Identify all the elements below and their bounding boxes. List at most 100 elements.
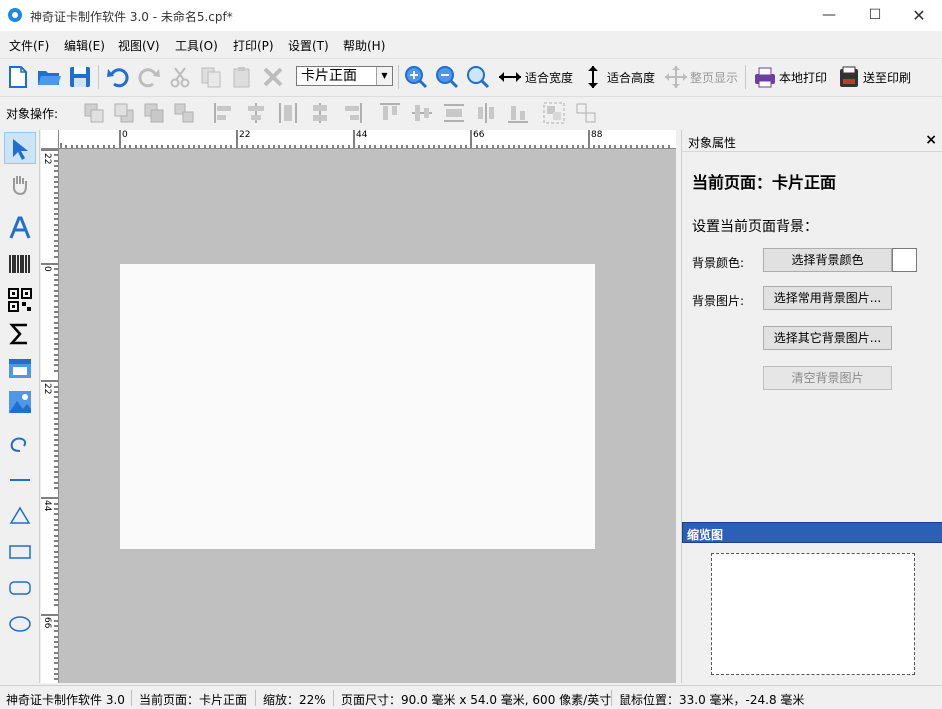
align-vcenter-icon[interactable] [410,101,434,125]
forward-icon[interactable] [142,101,166,125]
barcode-tool[interactable] [4,248,36,280]
select-bg-color-button[interactable]: 选择背景颜色 [763,248,892,272]
zoom-in-icon[interactable] [403,64,429,90]
thumbnail-header: 缩览图 [682,522,942,543]
send-back-icon[interactable] [112,101,136,125]
design-canvas[interactable] [59,149,676,683]
menu-settings[interactable]: 设置(T) [288,37,329,54]
qrcode-icon [8,288,32,312]
triangle-tool[interactable] [4,500,36,532]
pan-tool[interactable] [4,168,36,200]
thumbnail-panel: 缩览图 [681,520,942,683]
select-common-bg-button[interactable]: 选择常用背景图片... [763,286,892,310]
fit-width-button[interactable]: 适合宽度 [525,69,573,86]
barcode-icon [9,255,30,273]
same-width-icon[interactable] [442,101,466,125]
printer-icon[interactable] [752,64,778,90]
curve-tool[interactable] [4,428,36,460]
app-logo-icon [8,8,22,22]
h-ruler-ticks [60,130,670,148]
fit-height-button[interactable]: 适合高度 [607,69,655,86]
main-toolbar: 卡片正面 ▼ 适合宽度 适合高度 整页显示 本地打印 送至印刷 [0,58,942,94]
align-center-icon[interactable] [244,101,268,125]
ungroup-icon[interactable] [574,101,598,125]
align-right-icon[interactable] [340,101,364,125]
thumbnail-preview[interactable] [711,553,915,675]
align-left-icon[interactable] [212,101,236,125]
rectangle-icon [9,545,31,559]
pointer-icon [13,139,28,160]
h-ruler-label: 88 [591,130,603,140]
tool-palette [0,130,40,683]
maximize-button[interactable]: ☐ [852,0,898,31]
page-select-value: 卡片正面 [301,68,357,84]
image-tool[interactable] [4,386,36,418]
status-bar: 神奇证卡制作软件 3.0 当前页面：卡片正面 缩放：22% 页面尺寸：90.0 … [0,685,942,709]
clear-bg-button[interactable]: 清空背景图片 [763,366,892,390]
undo-icon[interactable] [105,64,131,90]
zoom-out-icon[interactable] [434,64,460,90]
rounded-rect-icon [9,581,31,595]
send-print-icon[interactable] [836,64,862,90]
cut-icon[interactable] [167,64,193,90]
object-ops-toolbar: 对象操作: [0,96,942,127]
select-tool[interactable] [4,132,36,164]
menu-edit[interactable]: 编辑(E) [64,37,105,54]
open-folder-icon[interactable] [36,64,62,90]
image-icon [9,391,31,413]
date-tool[interactable] [4,352,36,384]
line-tool[interactable] [4,464,36,496]
qrcode-tool[interactable] [4,284,36,316]
fit-height-icon[interactable] [580,64,606,90]
redo-icon[interactable] [136,64,162,90]
whole-page-icon[interactable] [663,64,689,90]
close-panel-button[interactable]: × [925,132,937,148]
object-ops-label: 对象操作: [6,107,59,121]
set-background-label: 设置当前页面背景： [692,219,818,235]
bg-color-label: 背景颜色: [692,256,745,270]
backward-icon[interactable] [172,101,196,125]
group-icon[interactable] [542,101,566,125]
card-page[interactable] [120,264,595,549]
align-middle-icon[interactable] [308,101,332,125]
v-ruler-label: 22 [42,383,52,395]
menu-print[interactable]: 打印(P) [233,37,274,54]
chevron-down-icon[interactable]: ▼ [376,67,392,85]
vertical-ruler: 22 0 22 44 66 [41,149,59,683]
menu-file[interactable]: 文件(F) [9,37,49,54]
h-ruler-label: 0 [122,130,128,140]
v-ruler-label: 22 [42,153,52,165]
menu-help[interactable]: 帮助(H) [343,37,385,54]
fit-width-icon[interactable] [497,64,523,90]
align-top-icon[interactable] [378,101,402,125]
menu-view[interactable]: 视图(V) [118,37,160,54]
title-bar: 神奇证卡制作软件 3.0 - 未命名5.cpf* — ☐ ✕ [0,0,942,31]
send-print-button[interactable]: 送至印刷 [863,69,911,86]
minimize-button[interactable]: — [806,0,852,31]
whole-page-button[interactable]: 整页显示 [690,69,738,86]
status-mouse-position: 鼠标位置：33.0 毫米，-24.8 毫米 [619,693,805,707]
delete-icon[interactable] [260,64,286,90]
zoom-actual-icon[interactable] [465,64,491,90]
rectangle-tool[interactable] [4,536,36,568]
bring-front-icon[interactable] [82,101,106,125]
align-bottom-icon[interactable] [506,101,530,125]
copy-icon[interactable] [198,64,224,90]
paste-icon[interactable] [229,64,255,90]
new-file-icon[interactable] [5,64,31,90]
menu-tools[interactable]: 工具(O) [175,37,218,54]
local-print-button[interactable]: 本地打印 [779,69,827,86]
select-other-bg-button[interactable]: 选择其它背景图片... [763,326,892,350]
ellipse-tool[interactable] [4,608,36,640]
page-select[interactable]: 卡片正面 ▼ [296,66,393,86]
align-hcenter-icon[interactable] [276,101,300,125]
rounded-rect-tool[interactable] [4,572,36,604]
menu-bar: 文件(F) 编辑(E) 视图(V) 工具(O) 打印(P) 设置(T) 帮助(H… [0,34,942,56]
same-height-icon[interactable] [474,101,498,125]
save-icon[interactable] [67,64,93,90]
h-ruler-label: 66 [473,130,485,140]
bg-color-swatch[interactable] [892,248,917,272]
formula-tool[interactable] [4,318,36,350]
text-tool[interactable] [4,212,36,244]
close-window-button[interactable]: ✕ [896,0,942,31]
